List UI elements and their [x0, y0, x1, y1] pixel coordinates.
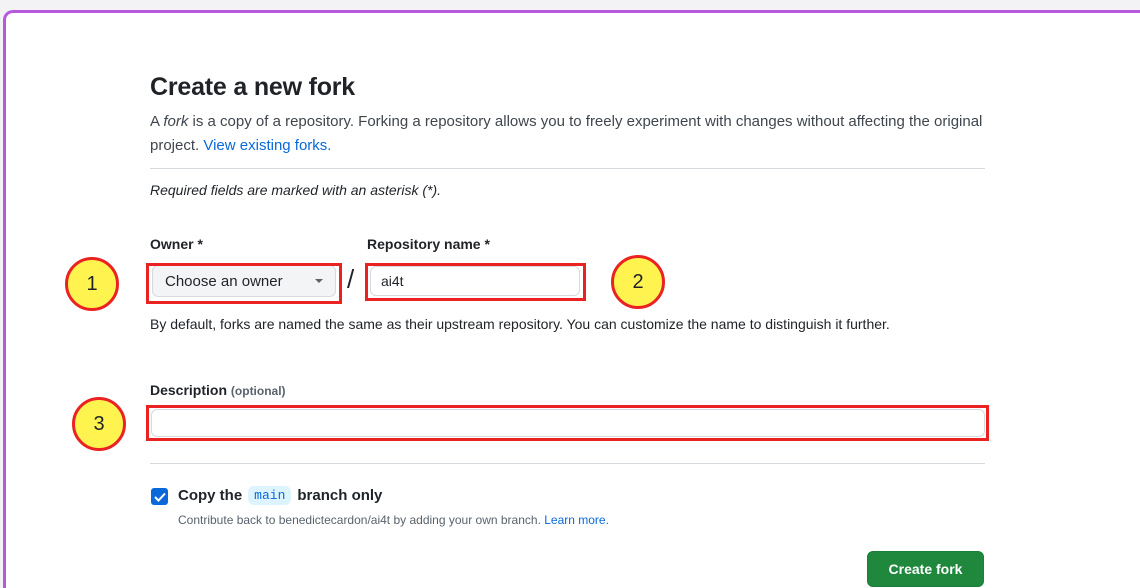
learn-more-link[interactable]: Learn more. — [544, 513, 609, 527]
repository-name-helper: By default, forks are named the same as … — [150, 316, 890, 332]
repository-name-label: Repository name * — [367, 236, 490, 252]
section-divider — [150, 463, 985, 464]
copy-main-branch-checkbox[interactable] — [151, 488, 168, 505]
owner-repo-separator: / — [347, 264, 355, 294]
view-existing-forks-link[interactable]: View existing forks. — [203, 137, 331, 154]
copy-branch-label[interactable]: Copy the main branch only — [178, 486, 382, 505]
optional-tag: (optional) — [230, 384, 286, 398]
annotation-marker-3: 3 — [72, 397, 126, 451]
owner-select-value: Choose an owner — [165, 272, 283, 290]
checkmark-icon — [153, 492, 166, 502]
owner-select[interactable]: Choose an owner — [152, 265, 336, 297]
repository-name-input[interactable] — [370, 266, 580, 296]
fork-term: fork — [163, 113, 189, 130]
intro-text: A fork is a copy of a repository. Forkin… — [150, 113, 983, 154]
required-fields-note: Required fields are marked with an aster… — [150, 182, 442, 198]
create-fork-button[interactable]: Create fork — [867, 551, 984, 587]
description-label: Description (optional) — [150, 382, 286, 398]
annotation-marker-2: 2 — [611, 255, 665, 309]
annotation-marker-1: 1 — [65, 257, 119, 311]
caret-down-icon — [315, 279, 323, 283]
copy-branch-hint: Contribute back to benedictecardon/ai4t … — [178, 513, 609, 527]
page-title: Create a new fork — [150, 73, 356, 101]
owner-label: Owner * — [150, 236, 203, 252]
description-input[interactable] — [151, 409, 985, 437]
branch-name-chip: main — [248, 486, 292, 505]
section-divider — [150, 168, 985, 169]
